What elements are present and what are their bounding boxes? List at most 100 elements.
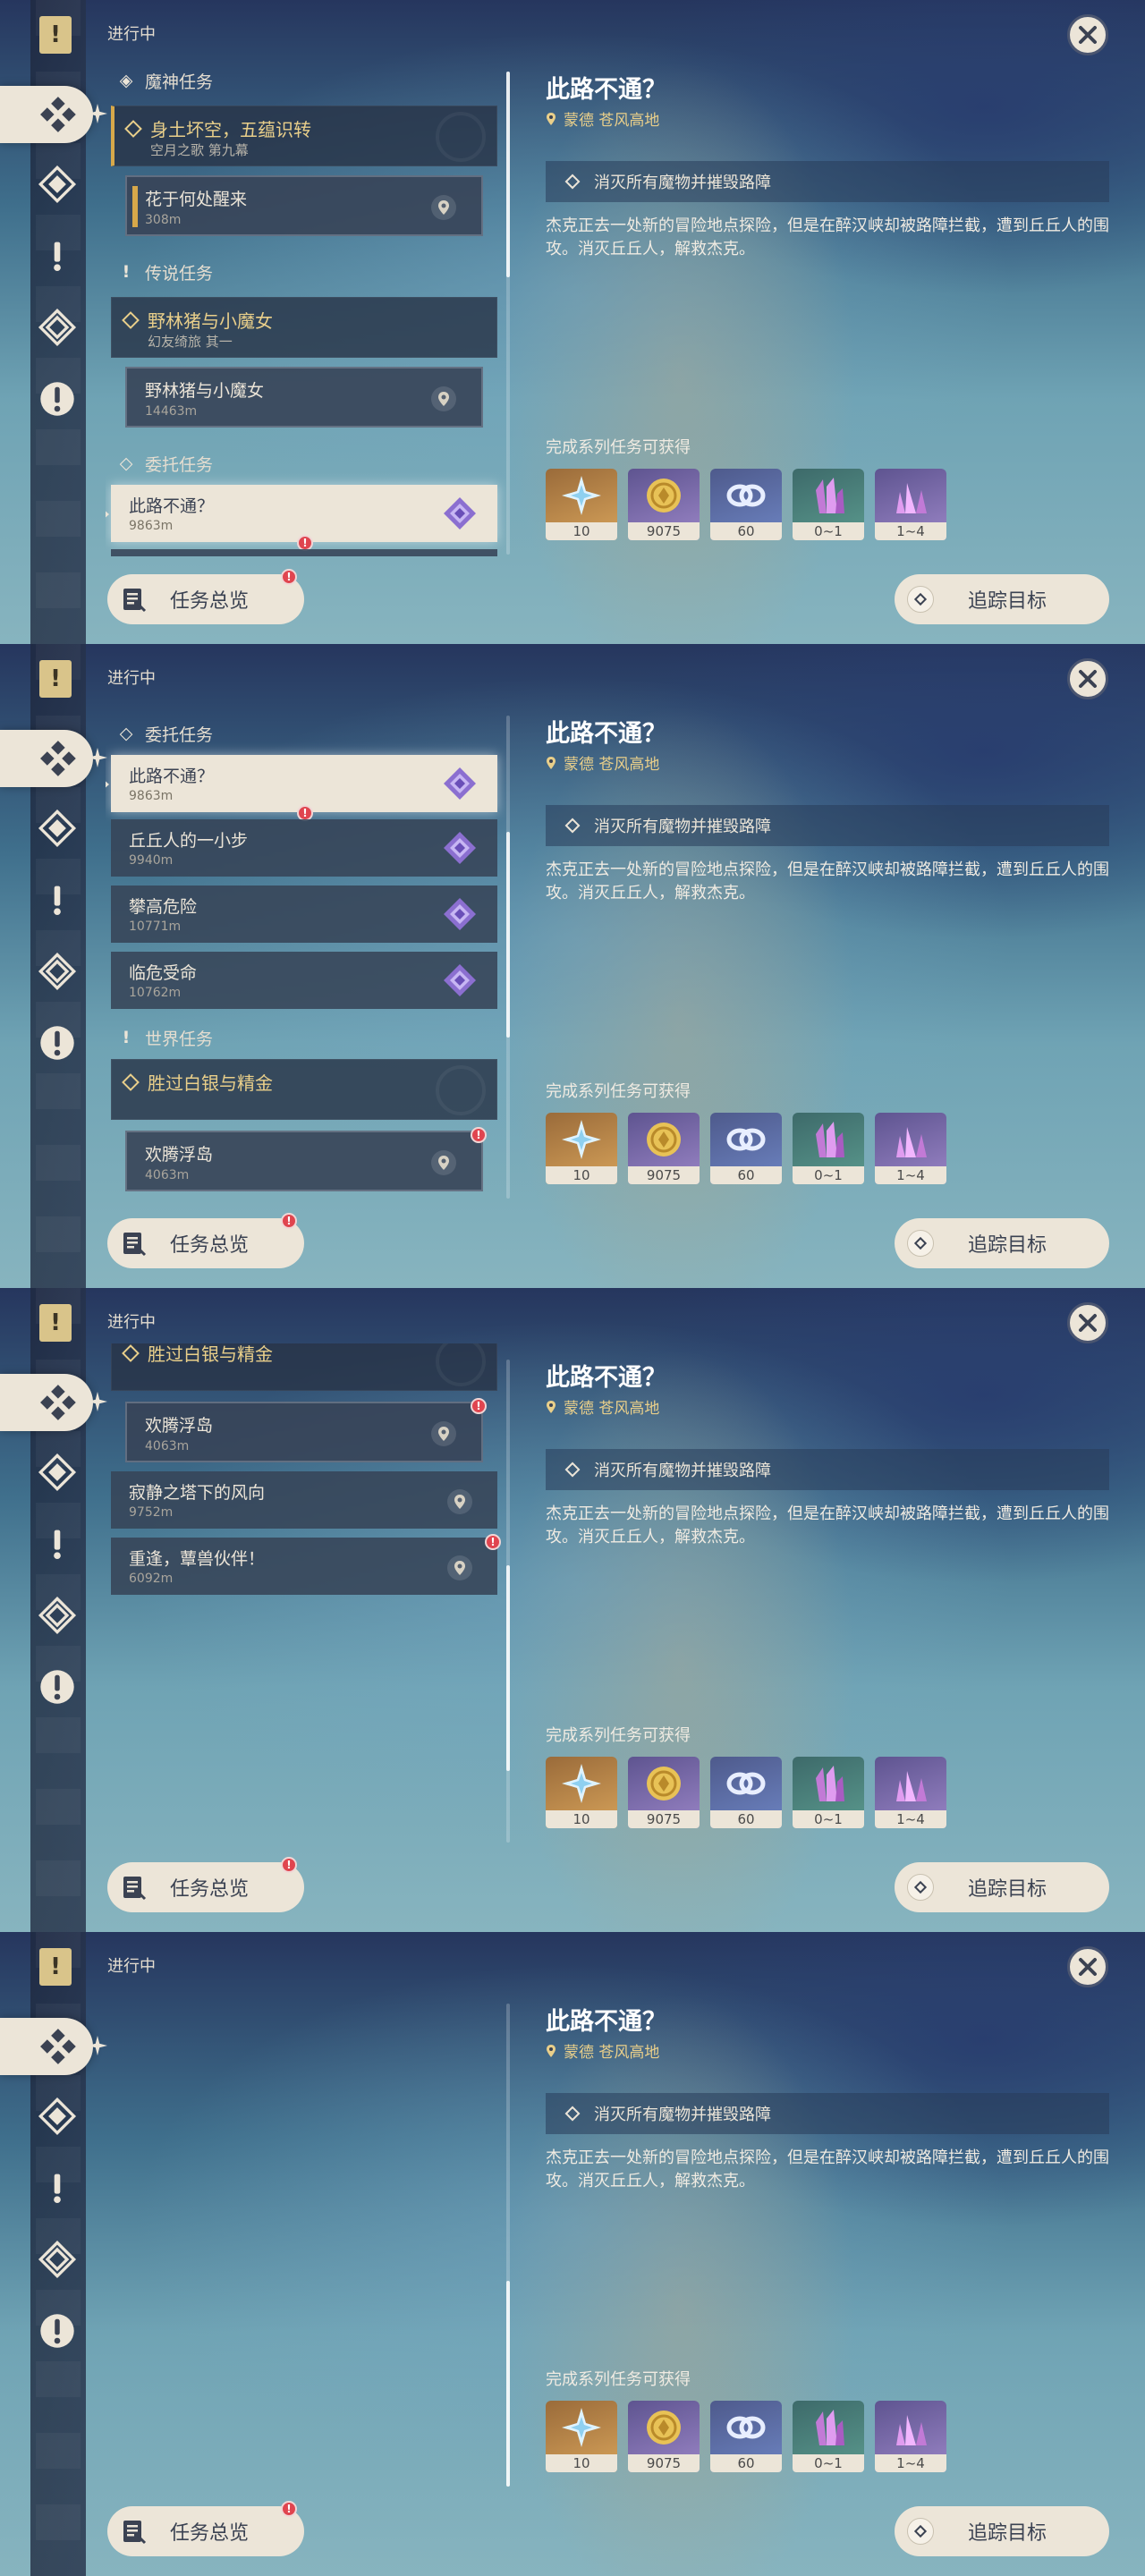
quest-book-icon[interactable]: ! <box>39 1948 72 1986</box>
track-target-button[interactable]: 追踪目标 <box>895 2506 1109 2556</box>
quest-list[interactable]: ◈ 魔神任务 身土坏空，五蕴识转 空月之歌 第九幕 花于何处醒来 308m ! … <box>106 1343 506 1844</box>
location-pin-icon[interactable] <box>447 1489 472 1514</box>
reward-item[interactable]: 9075 <box>628 1113 700 1184</box>
reward-item[interactable]: 60 <box>710 1113 782 1184</box>
close-button[interactable] <box>1067 1946 1108 1987</box>
scroll-thumb[interactable] <box>506 72 510 277</box>
quest-list-scrollbar[interactable] <box>506 72 510 555</box>
location-pin-icon[interactable] <box>447 1555 472 1580</box>
location-pin-icon[interactable] <box>431 386 456 411</box>
scroll-thumb[interactable] <box>506 2281 510 2487</box>
world-item[interactable]: 寂静之塔下的风向 9752m <box>111 1471 497 1529</box>
quest-book-icon[interactable]: ! <box>39 660 72 698</box>
quest-list[interactable]: ◈ 魔神任务 身土坏空，五蕴识转 空月之歌 第九幕 花于何处醒来 308m ! … <box>106 55 506 556</box>
quest-parent-archon[interactable]: 身土坏空，五蕴识转 空月之歌 第九幕 <box>111 106 497 166</box>
reward-item[interactable]: 0~1 <box>793 1757 864 1828</box>
location-label: 蒙德 苍风高地 <box>564 756 660 774</box>
rail-tab-all[interactable] <box>0 730 93 787</box>
quest-description: 杰克正去一处新的冒险地点探险，但是在醉汉峡却被路障拦截，遭到丘丘人的围攻。消灭丘… <box>546 860 1109 902</box>
rail-tab-world[interactable] <box>34 376 81 422</box>
reward-item[interactable]: 1~4 <box>875 469 946 540</box>
quest-list-scrollbar[interactable] <box>506 2004 510 2487</box>
rail-tab-all[interactable] <box>0 86 93 143</box>
scroll-thumb[interactable] <box>506 832 510 1038</box>
commission-item[interactable]: 临危受命 10762m <box>111 952 497 1009</box>
rewards-row: 10 9075 60 0~1 1~4 <box>546 1757 957 1828</box>
quest-overview-button[interactable]: 任务总览 ! <box>107 1857 304 1912</box>
rail-tab-archon[interactable] <box>34 161 81 208</box>
quest-overview-button[interactable]: 任务总览 ! <box>107 1213 304 1268</box>
quest-step-archon[interactable]: 花于何处醒来 308m <box>125 175 483 236</box>
rail-tab-all[interactable] <box>0 1374 93 1431</box>
commission-item[interactable]: 丘丘人的一小步 9940m <box>111 819 497 877</box>
close-button[interactable] <box>1067 658 1108 699</box>
reward-item[interactable]: 10 <box>546 1113 617 1184</box>
rail-tab-story[interactable] <box>34 1521 81 1567</box>
reward-item[interactable]: 60 <box>710 1757 782 1828</box>
reward-item[interactable]: 60 <box>710 469 782 540</box>
rail-tab-archon[interactable] <box>34 2093 81 2140</box>
quest-step-story[interactable]: 野林猪与小魔女 14463m <box>125 367 483 428</box>
reward-item[interactable]: 0~1 <box>793 1113 864 1184</box>
rail-tab-story[interactable] <box>34 2165 81 2211</box>
reward-item[interactable]: 9075 <box>628 2401 700 2472</box>
commission-item-selected[interactable]: 此路不通？ 9863m <box>106 485 497 542</box>
quest-step-world[interactable]: 欢腾浮岛 4063m <box>125 1402 483 1462</box>
quest-list[interactable]: ◈ 魔神任务 身土坏空，五蕴识转 空月之歌 第九幕 花于何处醒来 308m ! … <box>106 699 506 1200</box>
quest-list-scrollbar[interactable] <box>506 1360 510 1843</box>
track-target-button[interactable]: 追踪目标 <box>895 574 1109 624</box>
quest-overview-button[interactable]: 任务总览 ! <box>107 569 304 624</box>
close-button[interactable] <box>1067 1302 1108 1343</box>
quest-distance: 9752m <box>129 1505 174 1520</box>
location-pin-icon[interactable] <box>431 195 456 220</box>
track-diamond-icon <box>907 586 934 613</box>
quest-book-icon[interactable]: ! <box>39 1304 72 1342</box>
rail-tab-world[interactable] <box>34 1664 81 1710</box>
rail-tab-story[interactable] <box>34 877 81 923</box>
reward-item[interactable]: 9075 <box>628 469 700 540</box>
diamond-icon <box>124 119 142 138</box>
quest-step-world[interactable]: 欢腾浮岛 4063m <box>125 1131 483 1191</box>
reward-count: 0~1 <box>793 1810 864 1828</box>
rail-tab-world[interactable] <box>34 1020 81 1066</box>
reward-item[interactable]: 0~1 <box>793 469 864 540</box>
quest-list[interactable]: ◈ 魔神任务 身土坏空，五蕴识转 空月之歌 第九幕 花于何处醒来 308m ! … <box>106 1987 506 2488</box>
rail-tab-archon[interactable] <box>34 805 81 852</box>
location-pin-icon[interactable] <box>431 1150 456 1175</box>
reward-item[interactable]: 10 <box>546 469 617 540</box>
rail-tab-commission[interactable] <box>34 2236 81 2283</box>
quest-parent-story[interactable]: 野林猪与小魔女 幻友绮旅 其一 <box>111 297 497 358</box>
reward-item[interactable]: 1~4 <box>875 1113 946 1184</box>
quest-book-icon[interactable]: ! <box>39 16 72 54</box>
reward-item[interactable]: 10 <box>546 2401 617 2472</box>
reward-item[interactable]: 1~4 <box>875 1757 946 1828</box>
reward-item[interactable]: 9075 <box>628 1757 700 1828</box>
side-rail: ! <box>0 0 107 644</box>
rail-tab-commission[interactable] <box>34 304 81 351</box>
reward-item[interactable]: 60 <box>710 2401 782 2472</box>
rail-tab-story[interactable] <box>34 233 81 279</box>
rail-tab-commission[interactable] <box>34 1592 81 1639</box>
reward-item[interactable]: 1~4 <box>875 2401 946 2472</box>
commission-item[interactable]: 丘丘人的一小步 9940m <box>111 549 497 556</box>
reward-art <box>793 1757 864 1810</box>
quest-title: 身土坏空，五蕴识转 <box>150 119 311 140</box>
commission-item-selected[interactable]: 此路不通？ 9863m <box>106 755 497 812</box>
quest-parent-world[interactable]: 胜过白银与精金 <box>111 1343 497 1391</box>
track-target-button[interactable]: 追踪目标 <box>895 1862 1109 1912</box>
reward-item[interactable]: 10 <box>546 1757 617 1828</box>
location-pin-icon[interactable] <box>431 1421 456 1446</box>
close-button[interactable] <box>1067 14 1108 55</box>
reward-item[interactable]: 0~1 <box>793 2401 864 2472</box>
commission-item[interactable]: 攀高危险 10771m <box>111 886 497 943</box>
world-item[interactable]: 重逢，蕈兽伙伴！ 6092m <box>111 1538 497 1595</box>
quest-parent-world[interactable]: 胜过白银与精金 <box>111 1059 497 1120</box>
scroll-thumb[interactable] <box>506 1565 510 1771</box>
rail-tab-all[interactable] <box>0 2018 93 2075</box>
track-target-button[interactable]: 追踪目标 <box>895 1218 1109 1268</box>
quest-list-scrollbar[interactable] <box>506 716 510 1199</box>
rail-tab-commission[interactable] <box>34 948 81 995</box>
rail-tab-world[interactable] <box>34 2308 81 2354</box>
rail-tab-archon[interactable] <box>34 1449 81 1496</box>
quest-overview-button[interactable]: 任务总览 ! <box>107 2501 304 2556</box>
